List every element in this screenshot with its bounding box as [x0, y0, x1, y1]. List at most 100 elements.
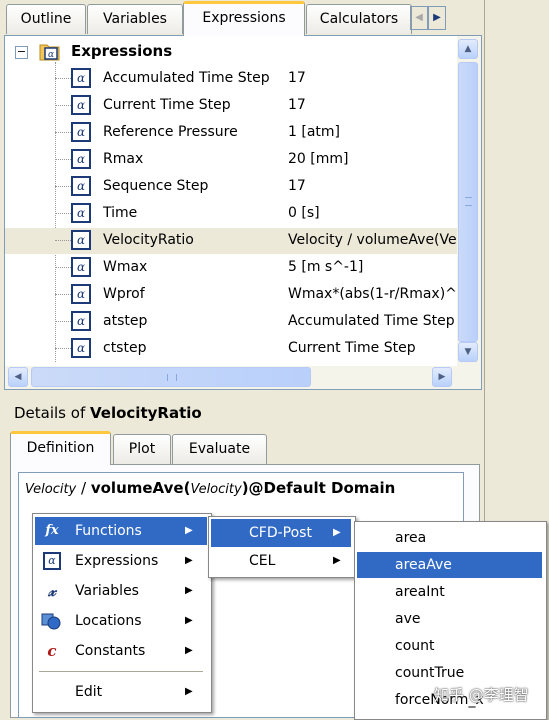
- horizontal-scroll-thumb[interactable]: [31, 367, 311, 387]
- expression-name: Time: [103, 205, 138, 221]
- tree-row[interactable]: α Time 0 [s]: [5, 201, 457, 227]
- expression-name: Accumulated Time Step: [103, 70, 270, 86]
- expression-value: 0 [s]: [288, 205, 320, 221]
- expression-value: 17: [288, 178, 306, 194]
- expression-text: Velocity / volumeAve(Velocity)@Default D…: [25, 479, 395, 497]
- menu-separator: [39, 671, 203, 672]
- expression-icon: α: [71, 338, 91, 358]
- expression-name: Current Time Step: [103, 97, 231, 113]
- expr-velocity-arg: Velocity: [190, 482, 242, 497]
- scroll-up-button[interactable]: ▲: [458, 39, 478, 59]
- tab-definition[interactable]: Definition: [10, 431, 111, 465]
- menu-item-functions[interactable]: fx Functions ▶: [35, 517, 207, 545]
- variable-icon: 𝓍: [48, 581, 56, 600]
- tree-branch-line: [55, 159, 71, 160]
- expression-icon: α: [71, 68, 91, 88]
- menu-label-functions: Functions: [75, 523, 142, 539]
- expression-value: Accumulated Time Step: [288, 313, 455, 329]
- menu-label-cfd-post: CFD-Post: [249, 525, 312, 541]
- tree-branch-line: [55, 105, 71, 106]
- tab-outline[interactable]: Outline: [6, 4, 86, 34]
- watermark: 知乎 @李理智: [434, 686, 529, 704]
- tree-row[interactable]: α atstep Accumulated Time Step: [5, 309, 457, 335]
- tree-branch-line: [55, 348, 71, 349]
- tree-row[interactable]: α Wprof Wmax*(abs(1-r/Rmax)^: [5, 282, 457, 308]
- tree-row[interactable]: α Wmax 5 [m s^-1]: [5, 255, 457, 281]
- menu-item-expressions[interactable]: α Expressions ▶: [35, 547, 207, 575]
- expression-icon: α: [71, 95, 91, 115]
- menu-item-cfd-post[interactable]: CFD-Post ▶: [211, 519, 351, 547]
- menu-item-variables[interactable]: 𝓍 Variables ▶: [35, 577, 207, 605]
- tree-row[interactable]: α Rmax 20 [mm]: [5, 147, 457, 173]
- tab-plot[interactable]: Plot: [113, 434, 171, 464]
- expression-name: Wmax: [103, 259, 148, 275]
- expression-name: Sequence Step: [103, 178, 209, 194]
- tab-evaluate[interactable]: Evaluate: [172, 434, 267, 464]
- expression-value: 17: [288, 70, 306, 86]
- scroll-down-button[interactable]: ▼: [458, 342, 478, 362]
- tab-expressions[interactable]: Expressions: [183, 1, 305, 36]
- submenu-arrow-icon: ▶: [185, 686, 193, 697]
- expression-value: 20 [mm]: [288, 151, 349, 167]
- expression-name: Rmax: [103, 151, 144, 167]
- context-menu[interactable]: fx Functions ▶ α Expressions ▶ 𝓍 Variabl…: [32, 513, 212, 713]
- svg-text:α: α: [48, 50, 54, 60]
- tree-row[interactable]: α Current Time Step 17: [5, 93, 457, 119]
- menu-item-constants[interactable]: c Constants ▶: [35, 637, 207, 665]
- submenu-arrow-icon: ▶: [185, 615, 193, 626]
- tab-calculators[interactable]: Calculators: [306, 4, 412, 34]
- submenu-arrow-icon: ▶: [185, 645, 193, 656]
- menu-item-locations[interactable]: Locations ▶: [35, 607, 207, 635]
- expression-name: VelocityRatio: [103, 232, 194, 248]
- tree-row[interactable]: α Sequence Step 17: [5, 174, 457, 200]
- expr-velocity-var: Velocity: [25, 482, 77, 497]
- expression-icon: α: [71, 311, 91, 331]
- submenu-arrow-icon: ▶: [333, 555, 341, 566]
- expression-value: 1 [atm]: [288, 124, 340, 140]
- vertical-scroll-thumb[interactable]: [458, 62, 478, 342]
- tab-variables[interactable]: Variables: [87, 4, 183, 34]
- tree-branch-line: [55, 213, 71, 214]
- tree-branch-line: [55, 294, 71, 295]
- menu-label-variables: Variables: [75, 583, 139, 599]
- tree-row[interactable]: α Reference Pressure 1 [atm]: [5, 120, 457, 146]
- function-item-count[interactable]: count: [357, 633, 542, 659]
- menu-label-expressions: Expressions: [75, 553, 159, 569]
- expr-function: volumeAve(: [90, 479, 191, 497]
- expression-icon: α: [71, 149, 91, 169]
- collapse-toggle[interactable]: −: [15, 46, 28, 59]
- menu-label-cel: CEL: [249, 553, 276, 569]
- submenu-arrow-icon: ▶: [185, 585, 193, 596]
- expression-icon: α: [71, 122, 91, 142]
- expressions-tree[interactable]: − α Expressions α Accumulated Time Step 17…: [4, 35, 482, 390]
- menu-item-cel[interactable]: CEL ▶: [211, 547, 351, 575]
- tree-row[interactable]: α VelocityRatio Velocity / volumeAve(Ve: [5, 228, 457, 254]
- tree-branch-line: [55, 78, 71, 79]
- function-item-areaave[interactable]: areaAve: [357, 552, 542, 578]
- function-item-area[interactable]: area: [357, 525, 542, 551]
- expression-name: atstep: [103, 313, 148, 329]
- location-icon: [41, 612, 61, 630]
- tab-scroll-left-button[interactable]: ◀: [410, 6, 428, 30]
- expression-icon: α: [43, 552, 61, 570]
- expression-icon: α: [71, 257, 91, 277]
- expression-name: ctstep: [103, 340, 147, 356]
- functions-submenu[interactable]: CFD-Post ▶ CEL ▶: [208, 516, 356, 578]
- submenu-arrow-icon: ▶: [333, 527, 341, 538]
- tree-row[interactable]: α ctstep Current Time Step: [5, 336, 457, 362]
- scroll-right-button[interactable]: ▶: [432, 367, 452, 387]
- scroll-left-button[interactable]: ◀: [8, 367, 28, 387]
- function-item-counttrue[interactable]: countTrue: [357, 660, 542, 686]
- tab-scroll-right-button[interactable]: ▶: [428, 6, 446, 30]
- menu-label-locations: Locations: [75, 613, 142, 629]
- tree-branch-line: [55, 186, 71, 187]
- tree-row[interactable]: α Accumulated Time Step 17: [5, 66, 457, 92]
- function-label: countTrue: [395, 665, 465, 681]
- function-item-ave[interactable]: ave: [357, 606, 542, 632]
- expr-location: )@Default Domain: [241, 479, 396, 497]
- menu-label-edit: Edit: [75, 684, 103, 700]
- function-item-areaint[interactable]: areaInt: [357, 579, 542, 605]
- menu-item-edit[interactable]: Edit ▶: [35, 678, 207, 706]
- menu-label-constants: Constants: [75, 643, 146, 659]
- expression-icon: α: [71, 176, 91, 196]
